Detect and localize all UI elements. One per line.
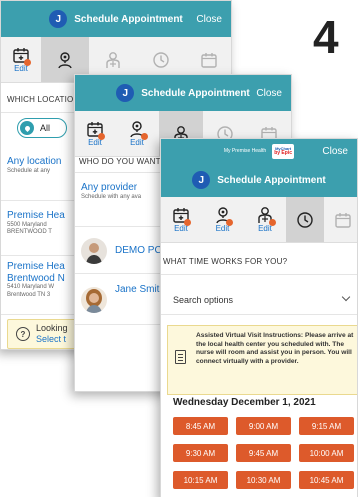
completed-check-icon [98,133,105,140]
close-button[interactable]: Close [256,88,282,99]
select-link[interactable]: Select t [36,334,66,344]
header-title: Schedule Appointment [217,174,326,186]
clock-icon [152,51,170,69]
completed-check-icon [141,133,148,140]
calendar-icon [334,211,352,229]
mychart-banner: My Premise Health MyChart by Epic Close [161,139,357,163]
brand-text: My Premise Health [223,148,267,154]
user-avatar[interactable]: J [116,84,135,102]
time-slot-button[interactable]: 10:30 AM [236,471,291,489]
search-options-label: Search options [173,295,234,305]
time-slot-button[interactable]: 10:45 AM [299,471,354,489]
provider-name: DEMO PC [115,245,162,256]
document-icon [175,350,186,364]
time-slot-button[interactable]: 9:00 AM [236,417,291,435]
app-header: J Schedule Appointment Close [1,1,231,37]
tab-provider[interactable]: Edit [244,197,286,242]
app-header: J Schedule Appointment Close [75,75,291,111]
mychart-logo-line2: by Epic [274,149,292,156]
visit-instructions: Assisted Virtual Visit Instructions: Ple… [167,325,357,395]
step-number: 4 [313,11,339,63]
mychart-logo: MyChart by Epic [272,143,295,159]
provider-name: Jane Smith [115,284,166,295]
time-slot-button[interactable]: 10:00 AM [299,444,354,462]
calendar-icon [200,51,218,69]
header-title: Schedule Appointment [74,13,183,25]
tab-edit-label: Edit [258,224,272,233]
user-avatar[interactable]: J [192,171,211,189]
tab-details[interactable]: Edit [1,37,41,82]
instructions-text: Assisted Virtual Visit Instructions: Ple… [196,332,354,365]
time-question: WHAT TIME WORKS FOR YOU? [161,249,357,275]
completed-check-icon [226,219,233,226]
completed-check-icon [184,219,191,226]
tab-details[interactable]: Edit [161,197,201,242]
filter-all-button[interactable]: All [17,118,67,138]
location-pin-icon [20,121,34,135]
completed-check-icon [24,59,31,66]
close-button[interactable]: Close [322,146,348,157]
close-button[interactable]: Close [196,14,222,25]
location-person-icon [56,51,74,69]
looking-title: Looking [36,323,68,333]
header-title: Schedule Appointment [141,87,250,99]
search-options-dropdown[interactable]: Search options [161,285,357,315]
app-header: J Schedule Appointment [161,163,357,197]
time-slot-button[interactable]: 10:15 AM [173,471,228,489]
step-tabs: Edit Edit Edit [161,197,357,243]
tab-edit-label: Edit [215,224,230,233]
tab-edit-label: Edit [174,224,188,233]
screen-time: My Premise Health MyChart by Epic Close … [160,138,358,497]
tab-time[interactable] [286,197,324,242]
time-slot-button[interactable]: 9:30 AM [173,444,228,462]
appointment-date: Wednesday December 1, 2021 [173,397,316,408]
time-slot-button[interactable]: 9:15 AM [299,417,354,435]
tab-edit-label: Edit [130,138,144,147]
time-slot-button[interactable]: 8:45 AM [173,417,228,435]
help-icon: ? [16,327,30,341]
provider-photo [81,287,107,313]
user-avatar[interactable]: J [49,10,68,28]
time-slot-button[interactable]: 9:45 AM [236,444,291,462]
filter-all-label: All [40,123,51,133]
screenshot-stage: 4 J Schedule Appointment Close Edit WHIC… [0,0,358,497]
time-slot-grid: 8:45 AM 9:00 AM 9:15 AM 9:30 AM 9:45 AM … [173,417,357,489]
tab-edit-label: Edit [14,64,28,73]
completed-check-icon [269,219,276,226]
provider-icon [104,51,122,69]
provider-photo [81,238,107,264]
clock-icon [296,211,314,229]
tab-edit-label: Edit [88,138,102,147]
chevron-down-icon [341,292,351,302]
tab-location[interactable]: Edit [201,197,244,242]
tab-review[interactable] [324,197,357,242]
